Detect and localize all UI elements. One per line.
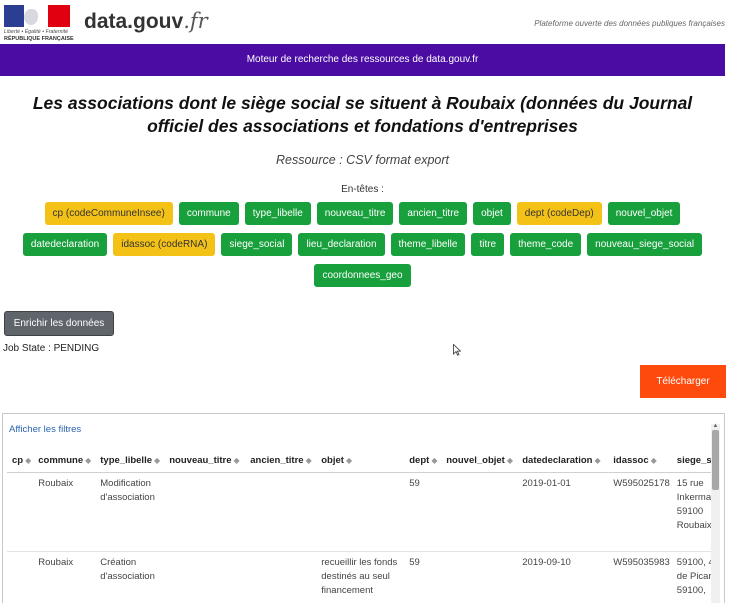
- enrich-data-button[interactable]: Enrichir les données: [4, 311, 114, 336]
- logo-republic-text: RÉPUBLIQUE FRANÇAISE: [4, 36, 74, 42]
- sort-icon[interactable]: ◆: [234, 456, 240, 465]
- table-cell-cp: [7, 551, 34, 603]
- sort-icon[interactable]: ◆: [346, 456, 352, 465]
- mouse-cursor-icon: [453, 344, 461, 356]
- header-tag-type-libelle[interactable]: type_libelle: [244, 202, 311, 225]
- header-tags-row-1: cp (codeCommuneInsee) commune type_libelle…: [0, 202, 725, 225]
- sort-icon[interactable]: ◆: [85, 456, 91, 465]
- header-tag-theme-code[interactable]: theme_code: [510, 233, 582, 256]
- table-header-row: cp ◆ commune ◆ type_libelle ◆ nouveau_titre ◆ an…: [7, 450, 720, 473]
- column-header-label: nouveau_titre: [169, 455, 232, 467]
- column-header-cp[interactable]: cp ◆: [7, 450, 34, 473]
- column-header-label: nouvel_objet: [446, 455, 505, 467]
- column-header-objet[interactable]: objet ◆: [316, 450, 405, 473]
- table-cell-ancien-titre: [245, 472, 317, 552]
- download-button[interactable]: Télécharger: [640, 365, 726, 398]
- table-row[interactable]: Roubaix Modification d'association 59 2019-…: [7, 472, 720, 552]
- header-tag-nouveau-titre[interactable]: nouveau_titre: [316, 202, 394, 225]
- sort-icon[interactable]: ◆: [154, 456, 160, 465]
- column-header-ancien-titre[interactable]: ancien_titre ◆: [245, 450, 317, 473]
- header-tag-nouveau-siege-social[interactable]: nouveau_siege_social: [587, 233, 703, 256]
- sort-icon[interactable]: ◆: [25, 456, 31, 465]
- table-cell-ancien-titre: [245, 551, 317, 603]
- brand-extension: .fr: [183, 9, 208, 33]
- sort-icon[interactable]: ◆: [507, 456, 513, 465]
- site-brand[interactable]: data.gouv.fr: [84, 9, 208, 34]
- table-cell-type-libelle: Modification d'association: [95, 472, 165, 552]
- site-header: Liberté • Égalité • Fraternité RÉPUBLIQU…: [0, 0, 743, 42]
- scrollbar-thumb[interactable]: [712, 430, 719, 490]
- header-tags-row-2: datedeclaration idassoc (codeRNA) siege_so…: [0, 233, 725, 256]
- sort-icon[interactable]: ◆: [306, 456, 312, 465]
- scroll-up-arrow-icon[interactable]: ▲: [712, 423, 719, 429]
- headers-label: En-têtes :: [341, 184, 384, 195]
- table-cell-nouvel-objet: [441, 472, 518, 552]
- table-cell-commune: Roubaix: [33, 551, 96, 603]
- logo-motto: Liberté • Égalité • Fraternité: [4, 29, 69, 35]
- header-tag-idassoc[interactable]: idassoc (codeRNA): [113, 233, 216, 256]
- brand-main: data.gouv: [84, 10, 184, 33]
- sort-icon[interactable]: ◆: [651, 456, 657, 465]
- column-header-idassoc[interactable]: idassoc ◆: [608, 450, 672, 473]
- column-header-datedeclaration[interactable]: datedeclaration ◆: [517, 450, 609, 473]
- resource-subtitle: Ressource : CSV format export: [276, 153, 449, 167]
- column-header-label: cp: [12, 455, 24, 467]
- column-header-label: type_libelle: [100, 455, 152, 467]
- table-cell-cp: [7, 472, 34, 552]
- header-tags-row-3: coordonnees_geo: [0, 264, 725, 287]
- column-header-dept[interactable]: dept ◆: [404, 450, 442, 473]
- column-header-label: idassoc: [613, 455, 649, 467]
- header-tag-siege-social[interactable]: siege_social: [221, 233, 293, 256]
- sort-icon[interactable]: ◆: [431, 456, 437, 465]
- table-cell-commune: Roubaix: [33, 472, 96, 552]
- table-cell-idassoc: W595025178: [608, 472, 672, 552]
- job-state-text: Job State : PENDING: [3, 343, 100, 354]
- data-table: cp ◆ commune ◆ type_libelle ◆ nouveau_titre ◆ an…: [7, 450, 720, 603]
- header-tag-coordonnees-geo[interactable]: coordonnees_geo: [314, 264, 411, 287]
- marianne-flag-icon: [2, 3, 72, 29]
- column-header-label: ancien_titre: [250, 455, 304, 467]
- column-header-commune[interactable]: commune ◆: [33, 450, 96, 473]
- header-tag-cp[interactable]: cp (codeCommuneInsee): [44, 202, 173, 225]
- table-cell-dept: 59: [404, 551, 442, 603]
- show-filters-link[interactable]: Afficher les filtres: [9, 424, 81, 435]
- sort-icon[interactable]: ◆: [594, 456, 600, 465]
- header-tag-commune[interactable]: commune: [178, 202, 239, 225]
- table-cell-type-libelle: Création d'association: [95, 551, 165, 603]
- table-cell-nouvel-objet: [441, 551, 518, 603]
- header-tag-objet[interactable]: objet: [473, 202, 511, 225]
- column-header-nouveau-titre[interactable]: nouveau_titre ◆: [164, 450, 246, 473]
- column-header-nouvel-objet[interactable]: nouvel_objet ◆: [441, 450, 518, 473]
- column-header-label: objet: [321, 455, 344, 467]
- page-title: Les associations dont le siège social se…: [32, 93, 693, 136]
- table-cell-dept: 59: [404, 472, 442, 552]
- header-tag-titre[interactable]: titre: [471, 233, 505, 256]
- header-tag-lieu-declaration[interactable]: lieu_declaration: [298, 233, 385, 256]
- table-cell-objet: recueillir les fonds destinés au seul fi…: [316, 551, 405, 603]
- header-tag-ancien-titre[interactable]: ancien_titre: [399, 202, 468, 225]
- column-header-label: dept: [409, 455, 430, 467]
- table-cell-nouveau-titre: [164, 472, 246, 552]
- table-cell-nouveau-titre: [164, 551, 246, 603]
- republique-francaise-logo[interactable]: Liberté • Égalité • Fraternité RÉPUBLIQU…: [2, 3, 74, 43]
- site-tagline: Plateforme ouverte des données publiques…: [534, 19, 725, 28]
- table-cell-datedeclaration: 2019-01-01: [517, 472, 609, 552]
- header-tag-datedeclaration[interactable]: datedeclaration: [22, 233, 108, 256]
- search-engine-banner[interactable]: Moteur de recherche des ressources de da…: [0, 44, 725, 76]
- table-row[interactable]: Roubaix Création d'association recueillir …: [7, 551, 720, 603]
- table-cell-objet: [316, 472, 405, 552]
- column-header-type-libelle[interactable]: type_libelle ◆: [95, 450, 165, 473]
- table-vertical-scrollbar[interactable]: ▲: [711, 423, 720, 603]
- data-table-panel: Afficher les filtres cp ◆ commune ◆ type_lib…: [2, 413, 725, 603]
- header-tag-dept[interactable]: dept (codeDep): [516, 202, 602, 225]
- column-header-label: commune: [38, 455, 84, 467]
- header-tag-nouvel-objet[interactable]: nouvel_objet: [607, 202, 681, 225]
- table-cell-datedeclaration: 2019-09-10: [517, 551, 609, 603]
- header-tag-theme-libelle[interactable]: theme_libelle: [390, 233, 466, 256]
- column-header-label: datedeclaration: [522, 455, 593, 467]
- table-cell-idassoc: W595035983: [608, 551, 672, 603]
